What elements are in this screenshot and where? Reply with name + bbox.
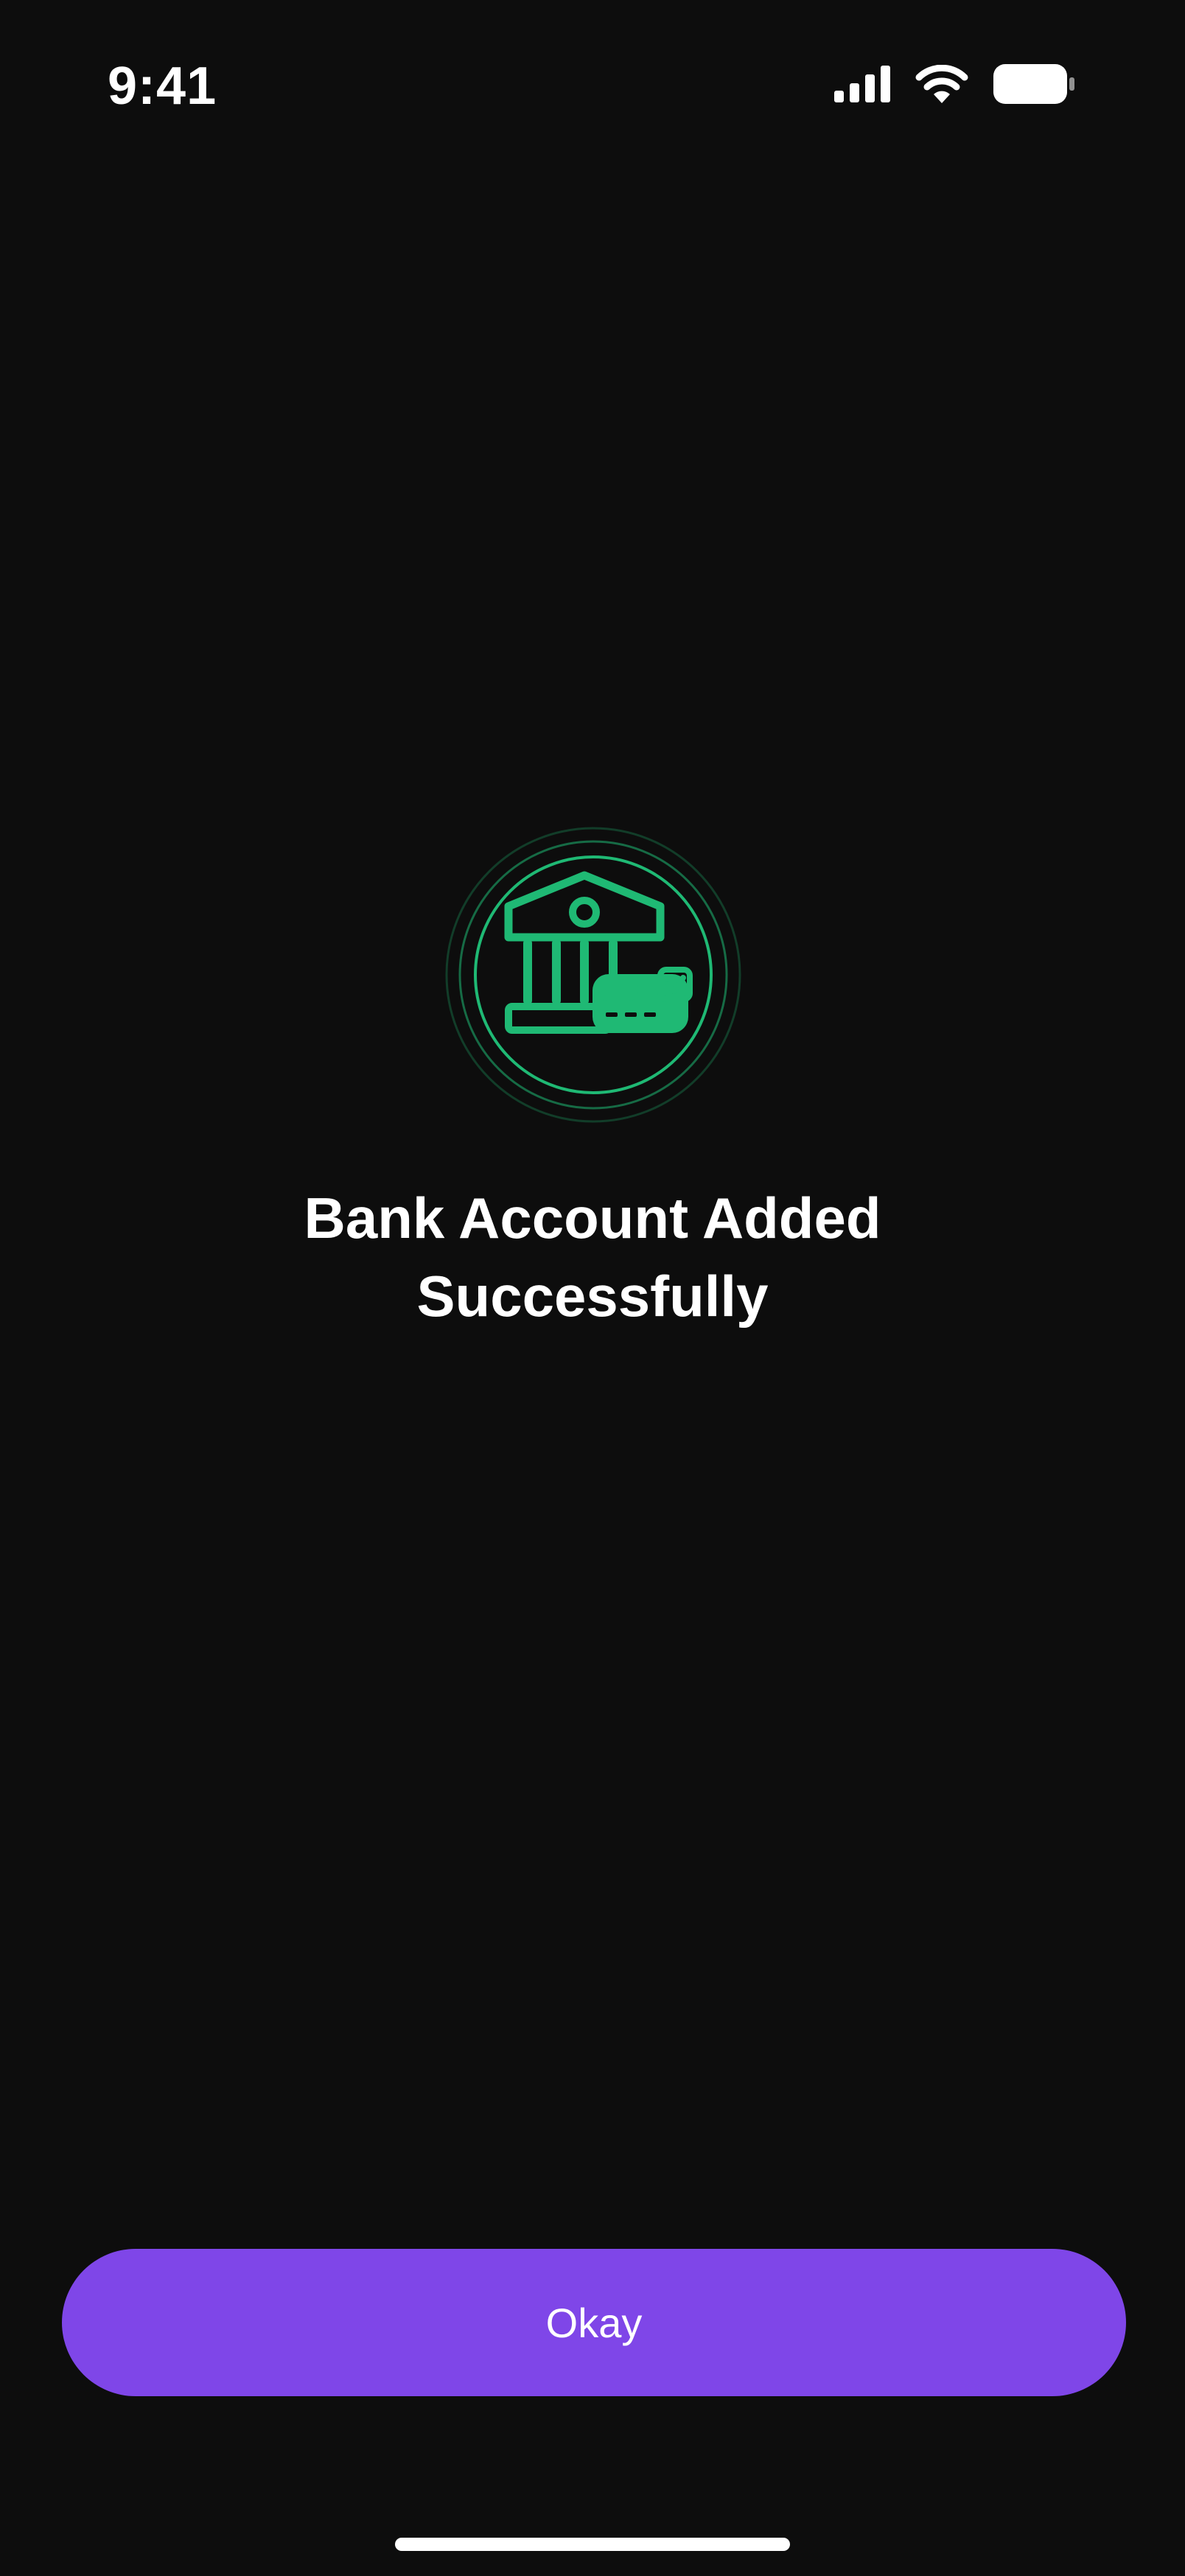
status-time: 9:41 [108, 57, 217, 116]
wifi-icon [915, 65, 968, 103]
okay-button[interactable]: Okay [62, 2249, 1126, 2396]
success-graphic [445, 827, 741, 1123]
success-title: Bank Account Added Successfully [304, 1186, 881, 1329]
status-bar: 9:41 [0, 0, 1185, 169]
battery-icon [993, 64, 1074, 104]
cellular-signal-icon [834, 66, 890, 102]
home-indicator[interactable] [395, 2538, 790, 2551]
status-icons [834, 62, 1074, 106]
bank-check-icon [445, 827, 741, 1123]
